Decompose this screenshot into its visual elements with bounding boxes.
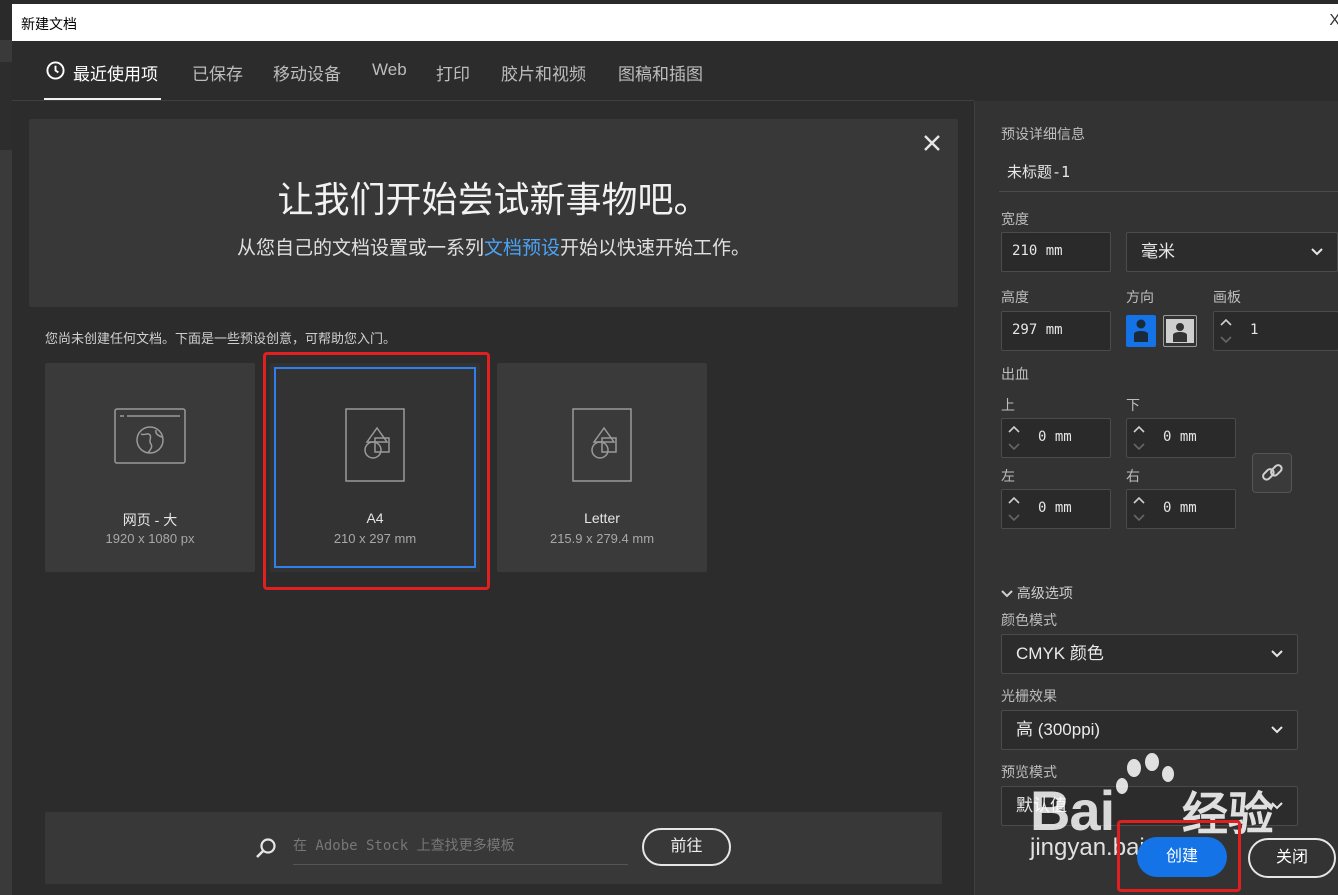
tab-saved[interactable]: 已保存 bbox=[192, 60, 243, 85]
preset-letter[interactable]: Letter 215.9 x 279.4 mm bbox=[497, 363, 707, 572]
banner-text: 从您自己的文档设置或一系列文档预设开始以快速开始工作。 bbox=[29, 233, 958, 260]
adobe-stock-search-bar: 在 Adobe Stock 上查找更多模板 前往 bbox=[45, 812, 942, 884]
chevron-down-icon bbox=[1271, 650, 1283, 658]
preset-category-tabs: 最近使用项 已保存 移动设备 Web 打印 胶片和视频 图稿和插图 bbox=[12, 41, 974, 101]
document-shapes-icon bbox=[572, 408, 632, 482]
height-input[interactable]: 297 mm bbox=[1001, 311, 1111, 351]
increment-icon[interactable] bbox=[1128, 491, 1150, 509]
portrait-orientation-button[interactable] bbox=[1126, 315, 1156, 347]
preset-details-label: 预设详细信息 bbox=[1001, 126, 1085, 142]
width-label: 宽度 bbox=[1001, 211, 1029, 227]
landscape-orientation-button[interactable] bbox=[1163, 315, 1197, 347]
preview-mode-value: 默认值 bbox=[1016, 796, 1067, 815]
unit-value: 毫米 bbox=[1141, 242, 1175, 261]
new-document-dialog: 最近使用项 已保存 移动设备 Web 打印 胶片和视频 图稿和插图 让我们开始尝… bbox=[12, 41, 1338, 895]
link-bleed-button[interactable] bbox=[1252, 453, 1292, 493]
presets-hint: 您尚未创建任何文档。下面是一些预设创意，可帮助您入门。 bbox=[45, 331, 397, 346]
increment-icon[interactable] bbox=[1003, 420, 1025, 438]
bleed-label: 出血 bbox=[1001, 366, 1029, 382]
tab-mobile[interactable]: 移动设备 bbox=[273, 60, 341, 85]
highlight-annotation-create bbox=[1117, 820, 1241, 892]
preset-size: 215.9 x 279.4 mm bbox=[549, 531, 655, 546]
tab-art-illustration[interactable]: 图稿和插图 bbox=[618, 60, 703, 85]
background-app-edge bbox=[0, 40, 12, 895]
raster-effects-select[interactable]: 高 (300ppi) bbox=[1001, 710, 1298, 750]
banner-text-end: 开始以快速开始工作。 bbox=[560, 238, 751, 259]
bleed-left-label: 左 bbox=[1001, 468, 1015, 484]
preview-mode-label: 预览模式 bbox=[1001, 764, 1057, 780]
color-mode-value: CMYK 颜色 bbox=[1016, 644, 1104, 663]
width-input[interactable]: 210 mm bbox=[1001, 232, 1111, 272]
artboards-label: 画板 bbox=[1213, 289, 1241, 305]
decrement-icon[interactable] bbox=[1003, 438, 1025, 456]
unit-select[interactable]: 毫米 bbox=[1126, 232, 1338, 272]
bleed-right-label: 右 bbox=[1126, 468, 1140, 484]
decrement-icon[interactable] bbox=[1215, 331, 1237, 349]
increment-icon[interactable] bbox=[1128, 420, 1150, 438]
active-tab-underline bbox=[44, 98, 161, 100]
landscape-person-icon bbox=[1166, 319, 1194, 343]
preset-details-panel: 预设详细信息 未标题-1 宽度 210 mm 毫米 高度 297 mm 方向 画… bbox=[974, 101, 1338, 895]
tab-print[interactable]: 打印 bbox=[436, 60, 470, 85]
link-chain-icon bbox=[1262, 464, 1283, 481]
preset-web-large[interactable]: 网页 - 大 1920 x 1080 px bbox=[45, 363, 255, 572]
chevron-down-icon bbox=[1311, 248, 1323, 256]
advanced-options-toggle[interactable]: 高级选项 bbox=[1001, 583, 1073, 603]
decrement-icon[interactable] bbox=[1128, 438, 1150, 456]
color-mode-label: 颜色模式 bbox=[1001, 612, 1057, 628]
clock-icon bbox=[46, 61, 65, 80]
tab-recent[interactable]: 最近使用项 bbox=[73, 60, 158, 85]
preset-size: 1920 x 1080 px bbox=[105, 531, 195, 546]
go-button[interactable]: 前往 bbox=[642, 828, 731, 866]
bleed-bottom-label: 下 bbox=[1126, 397, 1140, 413]
bleed-top-label: 上 bbox=[1001, 397, 1015, 413]
banner-text-start: 从您自己的文档设置或一系列 bbox=[236, 238, 484, 259]
height-label: 高度 bbox=[1001, 289, 1029, 305]
increment-icon[interactable] bbox=[1215, 313, 1237, 331]
advanced-options-label: 高级选项 bbox=[1016, 585, 1073, 601]
window-close-icon[interactable]: X bbox=[1329, 12, 1338, 30]
tab-web[interactable]: Web bbox=[372, 60, 407, 80]
preset-name: 网页 - 大 bbox=[122, 512, 178, 528]
decrement-icon[interactable] bbox=[1128, 509, 1150, 527]
increment-icon[interactable] bbox=[1003, 491, 1025, 509]
chevron-down-icon bbox=[1271, 802, 1283, 810]
color-mode-select[interactable]: CMYK 颜色 bbox=[1001, 634, 1298, 674]
preset-name: Letter bbox=[584, 510, 620, 526]
close-banner-icon[interactable] bbox=[922, 133, 942, 153]
document-name-input[interactable]: 未标题-1 bbox=[999, 158, 1338, 192]
web-globe-icon bbox=[114, 408, 186, 464]
window-title: 新建文档 bbox=[21, 16, 77, 32]
stock-search-input[interactable]: 在 Adobe Stock 上查找更多模板 bbox=[293, 829, 628, 865]
chevron-down-icon bbox=[1271, 726, 1283, 734]
chevron-down-icon bbox=[1001, 590, 1013, 598]
close-button[interactable]: 关闭 bbox=[1248, 838, 1336, 878]
banner-heading: 让我们开始尝试新事物吧。 bbox=[277, 179, 710, 220]
raster-effects-label: 光栅效果 bbox=[1001, 688, 1057, 704]
portrait-person-icon bbox=[1134, 319, 1148, 342]
window-titlebar: 新建文档 X bbox=[12, 4, 1338, 41]
document-presets-link[interactable]: 文档预设 bbox=[484, 238, 560, 259]
welcome-banner: 让我们开始尝试新事物吧。 从您自己的文档设置或一系列文档预设开始以快速开始工作。 bbox=[29, 119, 958, 307]
orientation-label: 方向 bbox=[1126, 289, 1154, 305]
highlight-annotation bbox=[263, 352, 490, 590]
tab-film-video[interactable]: 胶片和视频 bbox=[501, 60, 586, 85]
raster-effects-value: 高 (300ppi) bbox=[1016, 720, 1101, 739]
search-icon bbox=[256, 838, 276, 858]
decrement-icon[interactable] bbox=[1003, 509, 1025, 527]
